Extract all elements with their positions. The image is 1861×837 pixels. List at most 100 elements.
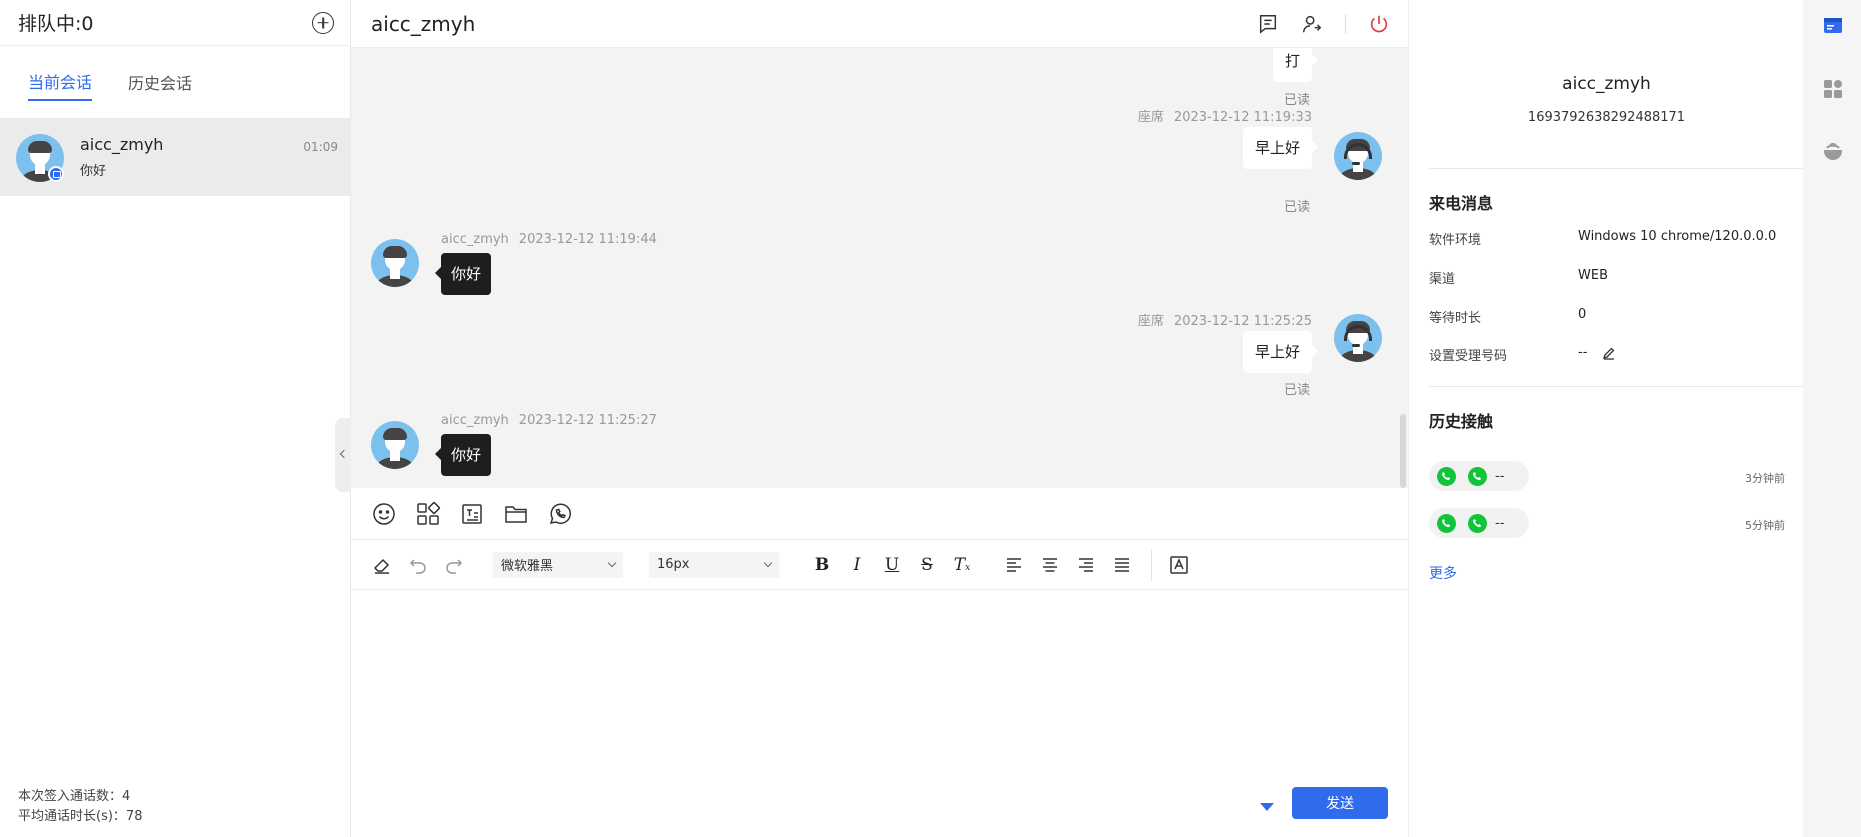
font-family-value: 微软雅黑 <box>501 559 554 574</box>
font-size-value: 16px <box>657 557 690 572</box>
field-software-env: 软件环境 Windows 10 chrome/120.0.0.0 <box>1429 229 1776 248</box>
align-justify-icon[interactable] <box>1111 554 1133 576</box>
header-divider <box>1345 13 1346 34</box>
history-contact-item[interactable]: -- <box>1429 461 1529 491</box>
phone-icon <box>1437 466 1456 486</box>
align-center-icon[interactable] <box>1039 554 1061 576</box>
history-text: -- <box>1495 468 1505 484</box>
align-left-icon[interactable] <box>1003 554 1025 576</box>
chat-title: aicc_zmyh <box>371 11 476 36</box>
italic-icon[interactable]: I <box>846 555 868 575</box>
sender-name: 座席 <box>1137 110 1164 125</box>
strikethrough-icon[interactable]: S <box>916 555 938 575</box>
apps-grid-icon[interactable] <box>1822 78 1844 100</box>
session-item[interactable]: aicc_zmyh 你好 01:09 <box>0 118 350 196</box>
history-time-ago: 3分钟前 <box>1745 472 1785 485</box>
agent-avatar-icon <box>1334 314 1382 362</box>
message-meta: aicc_zmyh 2023-12-12 11:25:27 <box>441 412 657 428</box>
clear-format-icon[interactable]: Tx <box>951 555 973 575</box>
undo-icon[interactable] <box>407 554 429 576</box>
collapse-left-panel-handle[interactable] <box>335 418 351 492</box>
queue-title: 排队中:0 <box>18 13 94 35</box>
message-area[interactable]: 打 已读 座席 2023-12-12 11:19:33 早上好 已读 aicc_z… <box>351 48 1408 488</box>
customer-avatar-icon <box>371 421 419 469</box>
eraser-icon[interactable] <box>371 554 393 576</box>
more-history-link[interactable]: 更多 <box>1429 563 1457 583</box>
history-contact-item[interactable]: -- <box>1429 508 1529 538</box>
edit-icon[interactable] <box>1602 346 1616 360</box>
tab-history-session[interactable]: 历史会话 <box>128 64 192 100</box>
session-tabs: 当前会话 历史会话 <box>0 46 350 118</box>
incoming-section-title: 来电消息 <box>1429 194 1494 213</box>
field-value: Windows 10 chrome/120.0.0.0 <box>1578 229 1777 244</box>
history-text: -- <box>1495 515 1505 531</box>
customer-id: 1693792638292488171 <box>1527 110 1686 125</box>
message-bubble: 打 <box>1272 48 1319 82</box>
message-tools <box>351 488 1408 540</box>
history-section-title: 历史接触 <box>1429 412 1494 431</box>
power-icon[interactable] <box>1368 13 1390 35</box>
customer-info-panel: aicc_zmyh 1693792638292488171 来电消息 软件环境 … <box>1408 0 1805 837</box>
customer-name: aicc_zmyh <box>1562 74 1651 94</box>
right-sidebar <box>1803 0 1861 837</box>
tab-current-session[interactable]: 当前会话 <box>28 63 93 101</box>
session-list-panel: 排队中:0 当前会话 历史会话 aicc_zmyh 你好 01:09 本次签入通… <box>0 0 351 837</box>
queue-header: 排队中:0 <box>0 0 350 46</box>
whatsapp-icon[interactable] <box>547 501 573 527</box>
web-channel-icon <box>48 166 64 182</box>
field-wait-time: 等待时长 0 <box>1429 307 1586 326</box>
session-time: 01:09 <box>303 140 338 154</box>
message-time: 2023-12-12 11:19:33 <box>1173 110 1312 125</box>
message-bubble: 早上好 <box>1242 331 1319 373</box>
note-icon[interactable] <box>1257 13 1279 35</box>
customer-avatar-icon <box>371 239 419 287</box>
chevron-down-icon <box>607 558 617 568</box>
align-right-icon[interactable] <box>1075 554 1097 576</box>
message-meta: aicc_zmyh 2023-12-12 11:19:44 <box>441 231 657 247</box>
add-session-icon[interactable] <box>312 11 334 34</box>
emoji-icon[interactable] <box>371 501 397 527</box>
avatar <box>16 134 64 182</box>
section-divider <box>1429 386 1805 387</box>
toolbar-divider <box>1151 548 1152 581</box>
message-bubble: 你好 <box>434 253 492 295</box>
phone-icon <box>1437 513 1456 533</box>
history-time-ago: 5分钟前 <box>1745 519 1785 532</box>
session-stats: 本次签入通话数：4 平均通话时长(s)：78 <box>18 787 142 827</box>
sender-name: aicc_zmyh <box>441 232 509 247</box>
message-time: 2023-12-12 11:25:25 <box>1173 314 1312 329</box>
folder-icon[interactable] <box>503 501 529 527</box>
customer-card-icon[interactable] <box>1822 14 1844 36</box>
font-size-select[interactable]: 16px <box>649 551 779 578</box>
field-label: 渠道 <box>1429 272 1456 287</box>
apps-icon[interactable] <box>415 501 441 527</box>
chat-scrollbar[interactable] <box>1400 414 1406 488</box>
field-label: 软件环境 <box>1429 233 1482 248</box>
message-bubble: 早上好 <box>1242 127 1319 169</box>
field-channel: 渠道 WEB <box>1429 268 1608 287</box>
send-button[interactable]: 发送 <box>1292 787 1388 819</box>
field-accept-number: 设置受理号码 -- <box>1429 345 1615 364</box>
message-meta: 座席 2023-12-12 11:25:25 <box>1138 310 1312 329</box>
message-editor[interactable]: 发送 <box>351 591 1408 837</box>
service-bowl-icon[interactable] <box>1822 140 1844 162</box>
text-style-icon[interactable] <box>1168 554 1190 576</box>
redo-icon[interactable] <box>443 554 465 576</box>
phone-icon <box>1468 466 1487 486</box>
quick-reply-icon[interactable] <box>459 501 485 527</box>
message-meta: 座席 2023-12-12 11:19:33 <box>1138 106 1312 125</box>
chevron-down-icon <box>763 558 773 568</box>
sender-name: aicc_zmyh <box>441 413 509 428</box>
font-family-select[interactable]: 微软雅黑 <box>493 551 623 578</box>
send-options-icon[interactable] <box>1260 803 1274 811</box>
transfer-user-icon[interactable] <box>1301 13 1323 35</box>
message-bubble: 你好 <box>434 434 492 476</box>
bold-icon[interactable]: B <box>811 555 833 575</box>
underline-icon[interactable]: U <box>881 555 903 575</box>
session-last-message: 你好 <box>80 164 107 179</box>
message-time: 2023-12-12 11:19:44 <box>518 232 657 247</box>
read-status: 已读 <box>1283 383 1310 398</box>
message-time: 2023-12-12 11:25:27 <box>518 413 657 428</box>
calls-count-stat: 本次签入通话数：4 <box>18 789 131 804</box>
rich-text-toolbar: 微软雅黑 16px B I U S Tx <box>351 540 1408 590</box>
